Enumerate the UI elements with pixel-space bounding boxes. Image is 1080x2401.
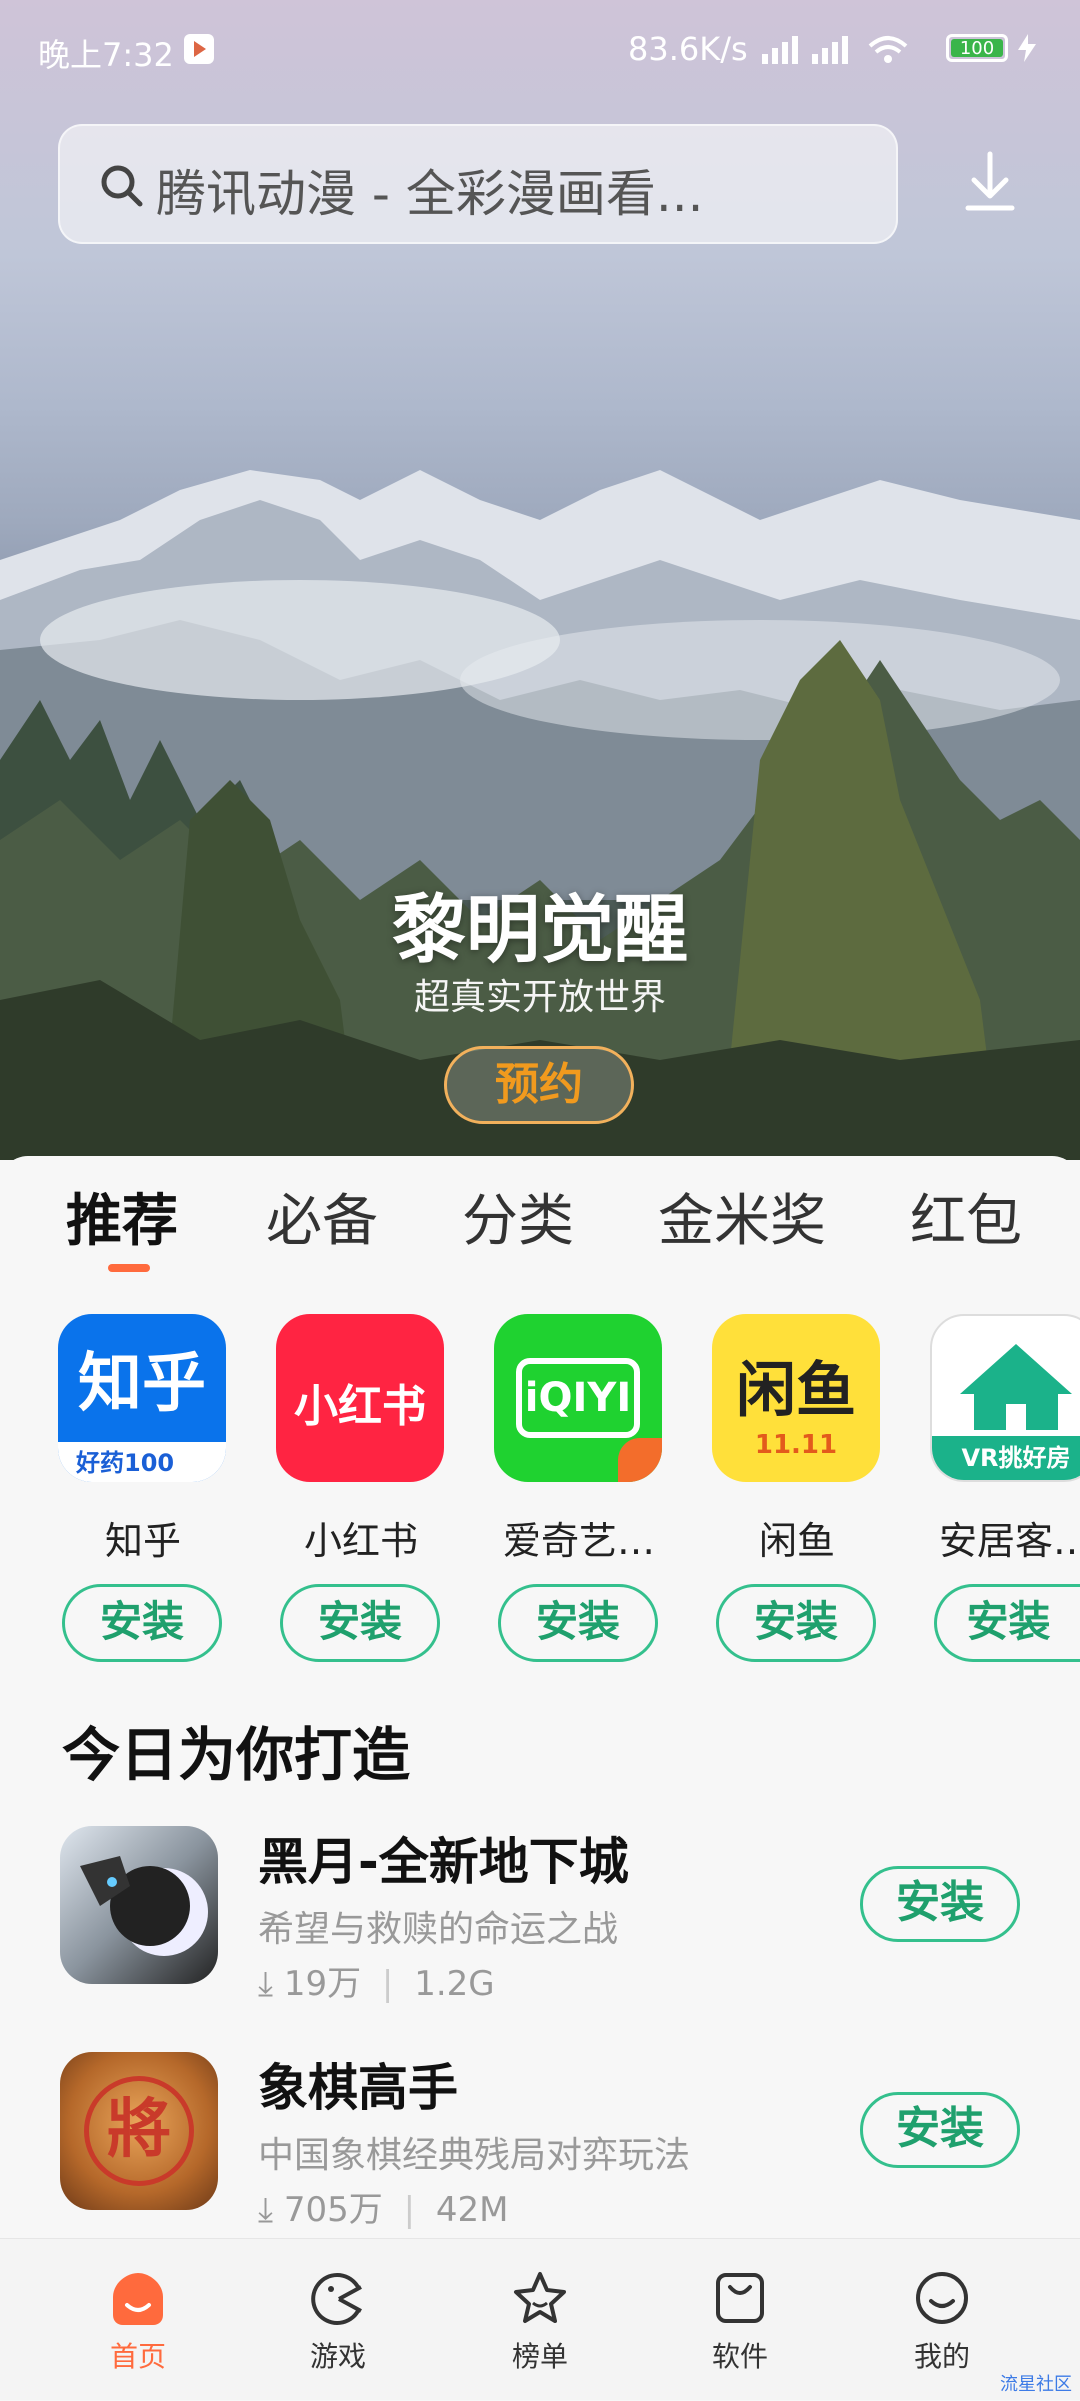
tab-recommend[interactable]: 推荐 (66, 1176, 178, 1257)
tab-essential[interactable]: 必备 (266, 1176, 378, 1257)
list-item-desc: 中国象棋经典残局对弈玩法 (258, 2135, 691, 2176)
chess-app-icon: 將 (60, 2052, 218, 2210)
bottom-nav: 首页 游戏 榜单 软件 我的 流星社区 (0, 2238, 1080, 2400)
bag-icon (716, 2273, 764, 2323)
zhihu-app-icon: 知乎 好药100 (58, 1314, 226, 1482)
search-bar[interactable]: 腾讯动漫 - 全彩漫画看... (58, 124, 898, 244)
search-icon (101, 165, 143, 207)
game-icon (311, 2273, 362, 2325)
nav-games[interactable]: 游戏 (258, 2239, 418, 2401)
install-button[interactable]: 安装 (860, 1866, 1020, 1942)
tab-indicator (108, 1264, 150, 1272)
app-xiaohongshu[interactable]: 小红书 小红书 (276, 1314, 446, 1565)
list-item-meta: ⤓ 705万 | 42M (258, 2190, 509, 2230)
watermark: 流星社区 (1000, 2374, 1072, 2395)
file-size: 42M (435, 2190, 509, 2230)
network-speed: 83.6K/s (628, 30, 748, 68)
heiyue-app-icon (60, 1826, 218, 1984)
app-name: 闲鱼 (758, 1519, 835, 1563)
search-placeholder: 腾讯动漫 - 全彩漫画看... (156, 165, 704, 223)
download-count-icon: ⤓ (258, 2190, 274, 2230)
tab-jinmi-award[interactable]: 金米奖 (658, 1176, 826, 1257)
category-tabs: 推荐 必备 分类 金米奖 红包 (0, 1176, 1080, 1266)
battery-icon: 100 (946, 34, 1008, 62)
moon-icon (80, 1856, 208, 1956)
install-button[interactable]: 安装 (860, 2092, 1020, 2168)
app-name: 爱奇艺… (502, 1519, 655, 1563)
app-name: 安居客… (938, 1519, 1080, 1563)
file-size: 1.2G (414, 1964, 495, 2004)
app-zhihu[interactable]: 知乎 好药100 知乎 (58, 1314, 228, 1565)
install-button[interactable]: 安装 (498, 1584, 658, 1662)
download-count-icon: ⤓ (258, 1964, 274, 2004)
list-item-desc: 希望与救赎的命运之战 (258, 1909, 619, 1950)
nav-software[interactable]: 软件 (660, 2239, 820, 2401)
app-name: 知乎 (104, 1519, 181, 1563)
app-anjuke[interactable]: VR挑好房 安居客… (930, 1314, 1080, 1565)
status-time: 晚上7:32 (38, 36, 174, 74)
install-button[interactable]: 安装 (62, 1584, 222, 1662)
install-button[interactable]: 安装 (716, 1584, 876, 1662)
xianyu-app-icon: 闲鱼 11.11 (712, 1314, 880, 1482)
nav-me[interactable]: 我的 (862, 2239, 1022, 2401)
app-iqiyi[interactable]: iQIYI 爱奇艺… (494, 1314, 664, 1565)
install-button[interactable]: 安装 (280, 1584, 440, 1662)
nav-rankings[interactable]: 榜单 (460, 2239, 620, 2401)
install-button[interactable]: 安装 (934, 1584, 1080, 1662)
tab-red-packet[interactable]: 红包 (910, 1176, 1022, 1257)
star-icon (514, 2272, 566, 2323)
download-count: 19万 (283, 1964, 362, 2004)
smile-icon (916, 2272, 968, 2324)
list-item[interactable]: 黑月-全新地下城 希望与救赎的命运之战 ⤓ 19万 | 1.2G 安装 (0, 1826, 1080, 2006)
list-item[interactable]: 將 象棋高手 中国象棋经典残局对弈玩法 ⤓ 705万 | 42M 安装 (0, 2052, 1080, 2232)
list-item-title: 象棋高手 (258, 2059, 458, 2117)
list-item-title: 黑月-全新地下城 (258, 1833, 629, 1891)
tab-category[interactable]: 分类 (462, 1176, 574, 1257)
anjuke-app-icon: VR挑好房 (930, 1314, 1080, 1482)
section-title: 今日为你打造 (62, 1721, 411, 1789)
download-count: 705万 (283, 2190, 383, 2230)
banner-subtitle: 超真实开放世界 (413, 977, 666, 1018)
app-xianyu[interactable]: 闲鱼 11.11 闲鱼 (712, 1314, 882, 1565)
banner-title: 黎明觉醒 (392, 887, 688, 973)
status-bar: 晚上7:32 83.6K/s 100 (0, 0, 1080, 96)
house-icon (960, 1344, 1072, 1430)
charging-icon (1018, 34, 1036, 62)
xiaohongshu-app-icon: 小红书 (276, 1314, 444, 1482)
signal-icon (762, 36, 908, 64)
home-icon (113, 2273, 163, 2325)
video-app-icon (184, 34, 214, 64)
reserve-button[interactable]: 预约 (444, 1046, 634, 1124)
download-icon[interactable] (960, 150, 1020, 214)
iqiyi-app-icon: iQIYI (494, 1314, 662, 1482)
app-name: 小红书 (303, 1519, 418, 1563)
nav-home[interactable]: 首页 (58, 2239, 218, 2401)
status-icons: 100 (760, 28, 1040, 68)
list-item-meta: ⤓ 19万 | 1.2G (258, 1964, 495, 2004)
